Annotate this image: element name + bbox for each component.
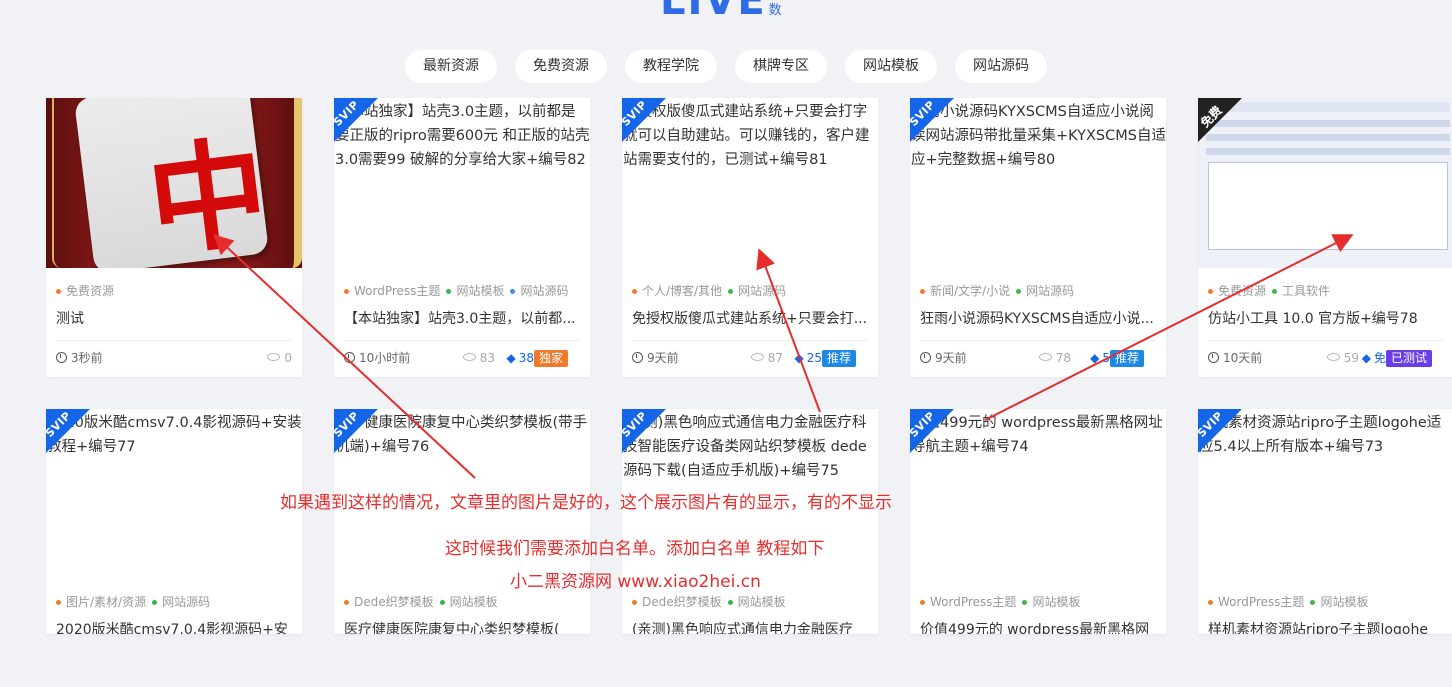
annotation-line-1: 如果遇到这样的情况，文章里的图片是好的，这个展示图片有的显示，有的不显示 [280, 493, 892, 513]
annotation-line-3: 小二黑资源网 www.xiao2hei.cn [510, 572, 761, 592]
arrow-1 [213, 234, 476, 479]
arrow-3 [984, 234, 1354, 421]
annotation-line-2: 这时候我们需要添加白名单。添加白名单 教程如下 [445, 539, 825, 559]
arrow-2 [756, 248, 821, 413]
